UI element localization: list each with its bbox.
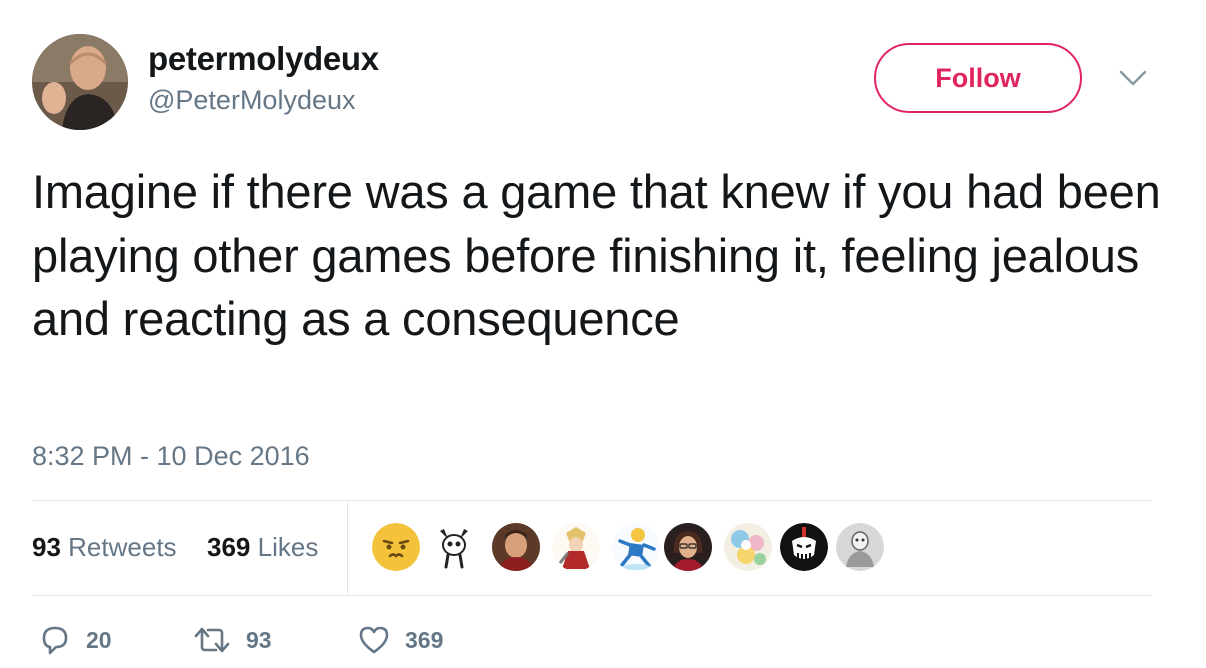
emoji-face-avatar[interactable] [372, 523, 420, 571]
tweet-text: Imagine if there was a game that knew if… [32, 165, 1161, 345]
heart-icon [359, 626, 389, 654]
stats-divider [347, 500, 348, 595]
retweets-label: Retweets [68, 532, 177, 562]
retweet-action[interactable]: 93 [192, 620, 272, 660]
man-photo-avatar[interactable] [492, 523, 540, 571]
user-handle[interactable]: @PeterMolydeux [148, 85, 356, 116]
colorful-art-avatar[interactable] [724, 523, 772, 571]
retweet-icon [194, 627, 230, 653]
follow-button[interactable]: Follow [874, 43, 1082, 113]
retweet-count: 93 [246, 626, 272, 653]
cartoon-runner-avatar[interactable] [612, 523, 660, 571]
retweets-count: 93 [32, 532, 61, 562]
black-white-mask-avatar[interactable] [780, 523, 828, 571]
reply-count: 20 [86, 626, 112, 653]
divider [32, 595, 1152, 596]
likes-count: 369 [207, 532, 251, 562]
like-action[interactable]: 369 [357, 620, 443, 660]
anime-character-avatar[interactable] [552, 523, 600, 571]
likes-stat[interactable]: 369 Likes [207, 532, 318, 563]
like-count: 369 [405, 626, 444, 653]
likes-label: Likes [257, 532, 319, 562]
avatar[interactable] [32, 34, 128, 130]
chevron-down-icon[interactable] [1116, 64, 1150, 92]
tweet-timestamp[interactable]: 8:32 PM - 10 Dec 2016 [32, 441, 310, 472]
grey-figure-avatar[interactable] [836, 523, 884, 571]
woman-photo-avatar[interactable] [664, 523, 712, 571]
reply-icon [42, 626, 68, 655]
display-name[interactable]: petermolydeux [148, 40, 379, 78]
reply-action[interactable]: 20 [38, 620, 112, 660]
cartoon-creature-avatar[interactable] [430, 523, 478, 571]
divider [32, 500, 1152, 501]
retweets-stat[interactable]: 93 Retweets [32, 532, 177, 563]
